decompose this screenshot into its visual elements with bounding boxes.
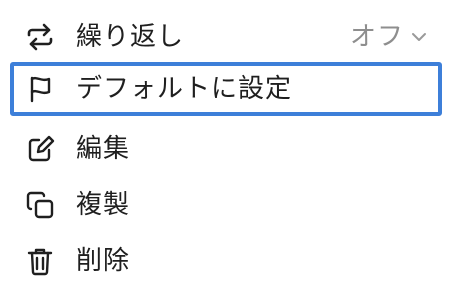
menu-item-duplicate[interactable]: 複製 xyxy=(10,178,442,232)
menu-item-delete[interactable]: 削除 xyxy=(10,234,442,288)
context-menu: 繰り返し オフ デフォルトに設定 編集 複製 削除 xyxy=(0,0,454,290)
duplicate-icon xyxy=(24,189,56,221)
chevron-down-icon xyxy=(410,30,428,44)
menu-item-set-default[interactable]: デフォルトに設定 xyxy=(10,62,442,116)
flag-icon xyxy=(24,73,56,105)
repeat-value-text: オフ xyxy=(349,22,404,52)
edit-icon xyxy=(24,133,56,165)
menu-item-label: 繰り返し xyxy=(76,22,185,52)
repeat-value[interactable]: オフ xyxy=(350,22,428,52)
menu-item-label: デフォルトに設定 xyxy=(76,74,293,104)
trash-icon xyxy=(24,245,56,277)
menu-item-label: 削除 xyxy=(76,246,131,276)
repeat-icon xyxy=(24,21,56,53)
menu-item-edit[interactable]: 編集 xyxy=(10,122,442,176)
menu-item-label: 複製 xyxy=(76,190,131,220)
menu-item-repeat[interactable]: 繰り返し オフ xyxy=(10,10,442,64)
menu-item-label: 編集 xyxy=(76,134,131,164)
